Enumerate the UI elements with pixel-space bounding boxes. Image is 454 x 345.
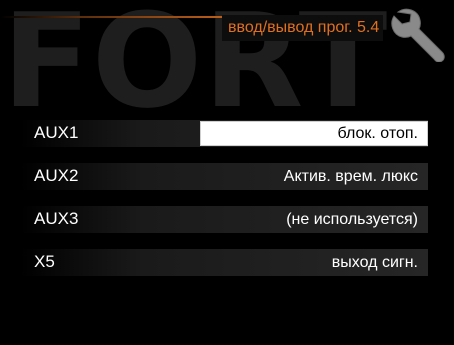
menu-title: ввод/вывод прог. 5.4: [222, 15, 384, 41]
row-label: AUX2: [34, 166, 79, 185]
row-value[interactable]: Актив. врем. люкс: [284, 167, 418, 187]
row-value[interactable]: (не используется): [286, 210, 418, 230]
row-label: X5: [34, 252, 55, 271]
row-label: AUX1: [34, 123, 79, 142]
list-item-aux1[interactable]: AUX1 блок. отоп.: [20, 120, 428, 147]
list-item-aux2[interactable]: AUX2 Актив. врем. люкс: [20, 163, 428, 190]
wrench-icon: [391, 8, 445, 62]
list-item-aux3[interactable]: AUX3 (не используется): [20, 206, 428, 233]
row-value[interactable]: выход сигн.: [332, 253, 418, 273]
row-value[interactable]: блок. отоп.: [338, 124, 418, 144]
header-accent-line: [0, 16, 228, 18]
settings-screen: FORT ввод/вывод прог. 5.4 AUX1 блок. ото…: [0, 0, 454, 345]
row-label: AUX3: [34, 209, 79, 228]
list-item-x5[interactable]: X5 выход сигн.: [20, 249, 428, 276]
